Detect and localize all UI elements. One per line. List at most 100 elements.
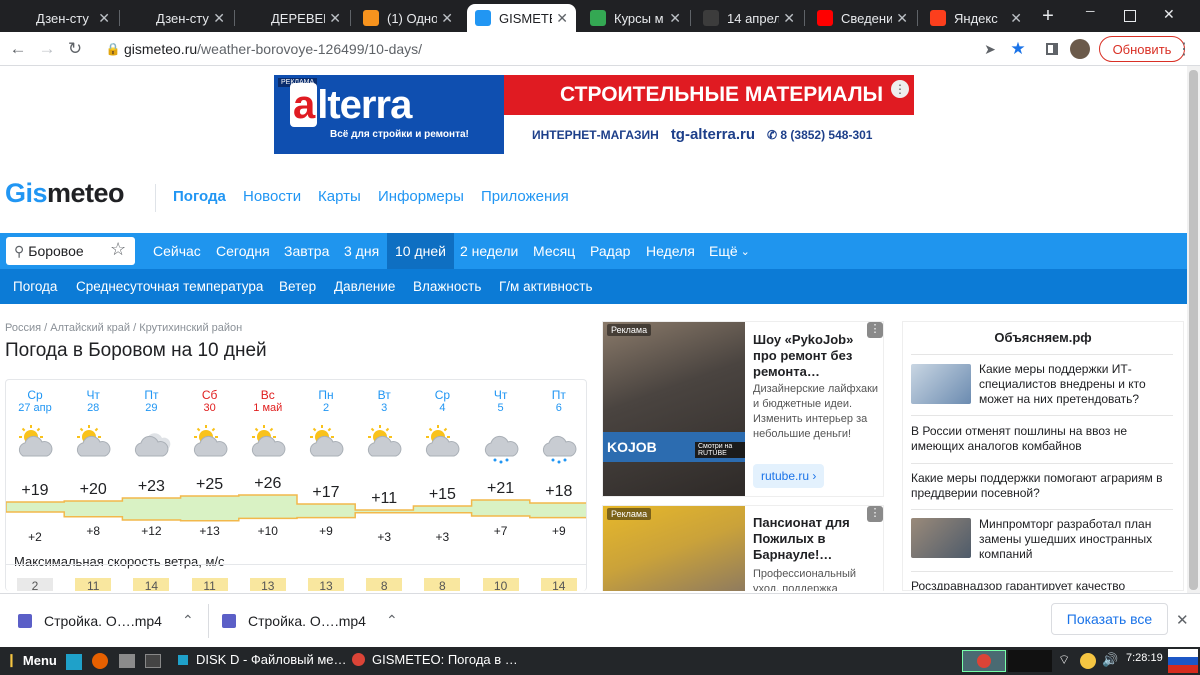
clock[interactable]: 7:28:19: [1126, 652, 1163, 664]
main-nav-item[interactable]: Информеры: [378, 188, 464, 205]
news-item[interactable]: Минпромторг разработал план замены ушедш…: [979, 517, 1169, 562]
profile-avatar[interactable]: [1068, 37, 1092, 61]
show-all-downloads-button[interactable]: Показать все: [1051, 603, 1168, 635]
ad-more-icon[interactable]: ⋮: [867, 322, 883, 338]
lock-icon[interactable]: 🔒: [101, 37, 125, 61]
maximize-window-button[interactable]: [1124, 10, 1136, 22]
day-header[interactable]: Вт 3: [355, 388, 413, 414]
ad-card-pansionat[interactable]: Реклама Пансионат для Пожилых в Барнауле…: [602, 505, 884, 591]
news-item[interactable]: Росздравнадзор гарантирует качество: [911, 579, 1173, 590]
close-tab-icon[interactable]: ✕: [441, 10, 453, 27]
forward-icon[interactable]: →: [35, 37, 59, 61]
bookmark-star-icon[interactable]: ★: [1006, 37, 1030, 61]
close-tab-icon[interactable]: ✕: [1010, 10, 1022, 27]
browser-tab[interactable]: Дзен-сту ✕: [4, 4, 118, 32]
terminal-app-icon[interactable]: [66, 654, 82, 670]
chevron-up-icon[interactable]: ⌃: [386, 612, 398, 629]
workspace-1[interactable]: [962, 650, 1006, 672]
news-item[interactable]: В России отменят пошлины на ввоз не имею…: [911, 424, 1173, 454]
day-header[interactable]: Пт 6: [530, 388, 586, 414]
updates-icon[interactable]: [1080, 653, 1096, 669]
close-tab-icon[interactable]: ✕: [213, 10, 225, 27]
close-tab-icon[interactable]: ✕: [98, 10, 110, 27]
close-tab-icon[interactable]: ✕: [556, 10, 568, 27]
alterra-banner-ad[interactable]: РЕКЛАМА alterra Всё для стройки и ремонт…: [274, 75, 914, 154]
banner-more-icon[interactable]: ⋮: [891, 80, 909, 98]
close-tab-icon[interactable]: ✕: [329, 10, 341, 27]
period-tab[interactable]: Ещё ⌄: [701, 233, 758, 269]
console-icon[interactable]: [145, 654, 161, 668]
main-nav-item[interactable]: Погода: [173, 188, 226, 205]
sidepanel-icon[interactable]: [1040, 37, 1064, 61]
favorite-star-icon[interactable]: ☆: [110, 239, 126, 260]
day-header[interactable]: Ср 4: [413, 388, 471, 414]
minimize-window-button[interactable]: ─: [1086, 4, 1095, 18]
period-tab[interactable]: Сейчас: [145, 233, 209, 269]
scrollbar-thumb[interactable]: [1189, 70, 1198, 590]
close-tab-icon[interactable]: ✕: [783, 10, 795, 27]
day-header[interactable]: Пт 29: [122, 388, 180, 414]
day-header[interactable]: Чт 5: [472, 388, 530, 414]
ad-card-pykojob[interactable]: KOJOB Смотри на RUTUBE Реклама Шоу «Pyko…: [602, 321, 884, 497]
close-window-button[interactable]: ✕: [1163, 6, 1175, 23]
volume-icon[interactable]: 🔊: [1102, 652, 1118, 668]
gismeteo-logo[interactable]: Gismeteo: [5, 178, 125, 209]
news-item[interactable]: Какие меры поддержки помогают аграриям в…: [911, 471, 1173, 501]
browser-tab[interactable]: 14 апрел ✕: [695, 4, 803, 32]
ad-more-icon[interactable]: ⋮: [867, 506, 883, 522]
day-header[interactable]: Чт 28: [64, 388, 122, 414]
new-tab-button[interactable]: +: [1036, 4, 1060, 28]
files-icon[interactable]: [119, 654, 135, 668]
day-header[interactable]: Вс 1 май: [239, 388, 297, 414]
browser-tab[interactable]: Сведени ✕: [809, 4, 916, 32]
period-tab[interactable]: Радар: [582, 233, 638, 269]
close-download-bar-icon[interactable]: ✕: [1176, 611, 1189, 629]
main-nav-item[interactable]: Новости: [243, 188, 301, 205]
period-tab[interactable]: Неделя: [638, 233, 703, 269]
close-tab-icon[interactable]: ✕: [669, 10, 681, 27]
address-bar[interactable]: gismeteo.ru/weather-borovoye-126499/10-d…: [124, 37, 994, 61]
period-tab[interactable]: Месяц: [525, 233, 583, 269]
taskbar-window-files[interactable]: DISK D - Файловый ме…: [178, 652, 347, 667]
ad-link[interactable]: rutube.ru ›: [753, 464, 825, 488]
browser-tab[interactable]: (1) Одно ✕: [355, 4, 461, 32]
period-tab[interactable]: 2 недели: [452, 233, 526, 269]
back-icon[interactable]: ←: [6, 37, 30, 61]
download-item[interactable]: Стройка. О….mp4 ⌃: [18, 612, 194, 629]
metric-tab[interactable]: Среднесуточная температура: [76, 269, 263, 304]
metric-tab[interactable]: Г/м активность: [499, 269, 593, 304]
send-icon[interactable]: ➤: [978, 37, 1002, 61]
chevron-up-icon[interactable]: ⌃: [182, 612, 194, 629]
day-header[interactable]: Ср 27 апр: [6, 388, 64, 414]
start-menu-button[interactable]: ❙ Menu: [6, 652, 57, 668]
download-item[interactable]: Стройка. О….mp4 ⌃: [222, 612, 398, 629]
browser-tab[interactable]: GISMETE ✕: [467, 4, 576, 32]
workspace-2[interactable]: [1008, 650, 1052, 672]
news-item[interactable]: Какие меры поддержки ИТ-специалистов вне…: [979, 362, 1169, 407]
browser-tab[interactable]: ДЕРЕВЕН✕: [239, 4, 349, 32]
browser-tab[interactable]: Дзен-сту ✕: [124, 4, 233, 32]
network-icon[interactable]: ⌔: [1058, 652, 1070, 668]
close-tab-icon[interactable]: ✕: [896, 10, 908, 27]
day-header[interactable]: Пн 2: [297, 388, 355, 414]
reload-icon[interactable]: ↻: [63, 37, 87, 61]
metric-tab[interactable]: Давление: [334, 269, 395, 304]
metric-tab[interactable]: Погода: [13, 269, 57, 304]
metric-tab[interactable]: Ветер: [279, 269, 316, 304]
browser-tab[interactable]: Яндекс ✕: [922, 4, 1030, 32]
metric-tab[interactable]: Влажность: [413, 269, 481, 304]
ad-title[interactable]: Пансионат для Пожилых в Барнауле!…: [753, 515, 877, 563]
breadcrumb[interactable]: Россия / Алтайский край / Крутихинский р…: [5, 322, 242, 334]
main-nav-item[interactable]: Карты: [318, 188, 361, 205]
period-tab[interactable]: Завтра: [276, 233, 337, 269]
ad-title[interactable]: Шоу «PykoJob» про ремонт без ремонта…: [753, 332, 877, 380]
main-nav-item[interactable]: Приложения: [481, 188, 569, 205]
menu-kebab-icon[interactable]: ⋮: [1172, 37, 1196, 61]
period-tab[interactable]: 3 дня: [336, 233, 387, 269]
day-header[interactable]: Сб 30: [181, 388, 239, 414]
taskbar-window-browser[interactable]: GISMETEO: Погода в …: [352, 652, 518, 667]
keyboard-layout-flag-icon[interactable]: [1168, 649, 1198, 673]
period-tab[interactable]: Сегодня: [208, 233, 278, 269]
period-tab[interactable]: 10 дней: [387, 233, 454, 269]
browser-tab[interactable]: Курсы м ✕: [582, 4, 689, 32]
